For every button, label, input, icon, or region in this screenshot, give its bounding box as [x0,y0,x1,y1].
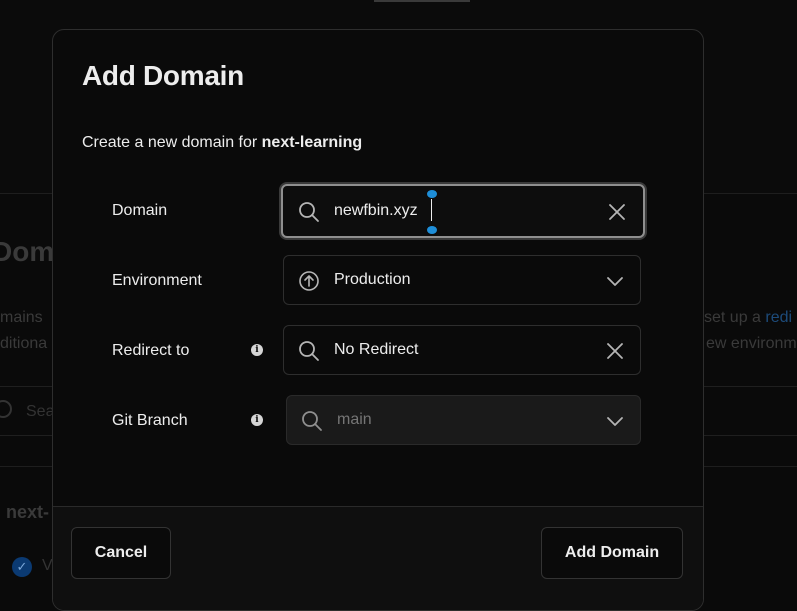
redirect-info-icon[interactable]: i [251,344,263,356]
text-cursor [431,199,432,221]
dialog-footer: Cancel Add Domain [53,506,703,610]
background-text-line2-right: ew environm [706,335,797,352]
git-branch-info-icon[interactable]: i [251,414,263,426]
domain-field[interactable] [281,184,645,238]
redirect-field[interactable] [283,325,641,375]
background-text-line2-left: ditiona [0,335,48,352]
environment-label: Environment [112,272,202,289]
dialog-description-text: Create a new domain for [82,134,258,151]
background-active-tab-indicator [374,0,470,2]
background-search-placeholder: Sea [26,403,55,420]
production-icon [299,271,319,291]
clear-icon[interactable] [604,340,626,362]
search-icon [302,411,322,431]
clear-icon[interactable] [606,201,628,223]
dialog-description: Create a new domain for next-learning [82,134,362,152]
selection-handle-top[interactable] [427,190,437,198]
background-link: redi [765,309,793,326]
background-project-name: next- [6,502,50,522]
chevron-down-icon [607,277,623,286]
dialog-title: Add Domain [82,60,244,91]
project-name: next-learning [261,134,363,151]
domain-label: Domain [112,202,168,219]
chevron-down-icon[interactable] [604,410,626,432]
domain-input[interactable] [334,202,584,220]
git-branch-input[interactable] [337,411,587,429]
add-domain-dialog: Add Domain Create a new domain for next-… [52,29,704,611]
background-text-line1-left: mains [0,309,43,326]
redirect-input[interactable] [334,341,584,359]
selection-handle-bottom[interactable] [427,226,437,234]
git-branch-label: Git Branch [112,412,188,429]
search-icon [299,202,319,222]
environment-value: Production [334,271,411,288]
background-check-icon: ✓ [12,557,32,577]
cancel-button[interactable]: Cancel [71,527,171,579]
environment-select[interactable]: Production [283,255,641,305]
search-icon [299,341,319,361]
add-domain-button[interactable]: Add Domain [541,527,683,579]
background-text-line1-right: set up a redi [704,309,793,326]
git-branch-select[interactable] [286,395,641,445]
redirect-label: Redirect to [112,342,190,359]
